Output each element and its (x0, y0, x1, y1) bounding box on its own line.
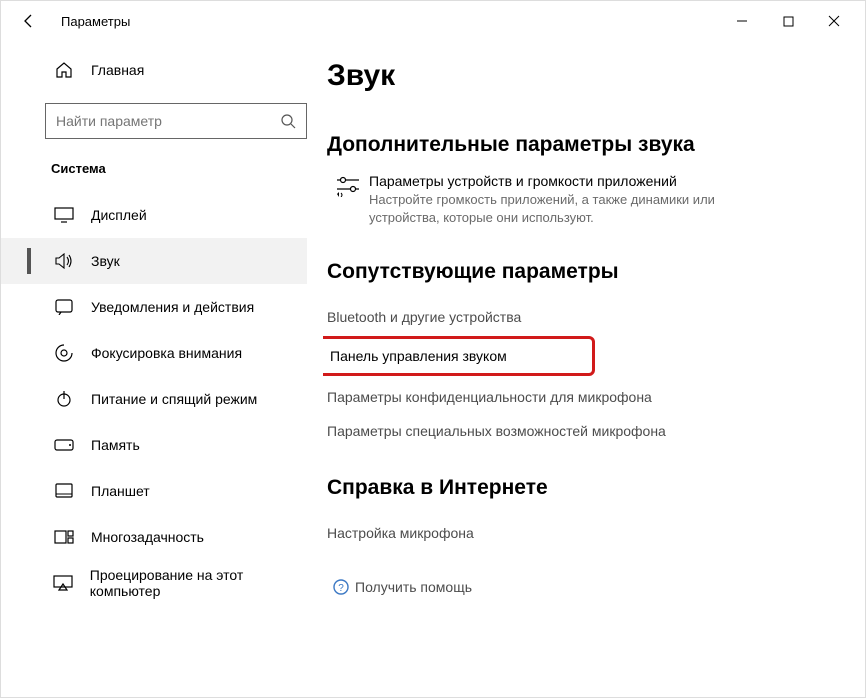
sidebar: Главная Система Дисплей Звук Уведомления… (1, 41, 323, 697)
search-icon (280, 113, 296, 129)
search-box[interactable] (45, 103, 307, 139)
nav-home[interactable]: Главная (1, 51, 307, 89)
nav-item-label: Фокусировка внимания (91, 345, 242, 361)
multitasking-icon (51, 530, 77, 544)
display-icon (51, 207, 77, 223)
link-mic-privacy[interactable]: Параметры конфиденциальности для микрофо… (327, 380, 845, 414)
home-icon (51, 61, 77, 79)
nav-item-multitasking[interactable]: Многозадачность (1, 514, 307, 560)
main-area: Звук Дополнительные параметры звука Пара… (323, 41, 865, 697)
nav-item-label: Проецирование на этот компьютер (90, 567, 307, 599)
nav-item-label: Память (91, 437, 140, 453)
nav-item-tablet[interactable]: Планшет (1, 468, 307, 514)
nav-item-label: Уведомления и действия (91, 299, 254, 315)
sliders-icon (327, 173, 369, 197)
nav-item-label: Дисплей (91, 207, 147, 223)
link-sound-control-panel[interactable]: Панель управления звуком (323, 336, 595, 376)
close-icon (828, 15, 840, 27)
close-button[interactable] (811, 5, 857, 37)
power-icon (51, 390, 77, 408)
projecting-icon (51, 575, 76, 591)
help-link-mic-setup[interactable]: Настройка микрофона (327, 516, 845, 550)
advanced-header: Дополнительные параметры звука (327, 133, 845, 157)
notifications-icon (51, 299, 77, 315)
app-volume-row[interactable]: Параметры устройств и громкости приложен… (327, 173, 845, 226)
nav-item-label: Многозадачность (91, 529, 204, 545)
app-volume-title: Параметры устройств и громкости приложен… (369, 173, 729, 189)
sound-icon (51, 253, 77, 269)
link-bluetooth[interactable]: Bluetooth и другие устройства (327, 300, 845, 334)
search-input[interactable] (56, 113, 280, 129)
get-help-label: Получить помощь (355, 579, 472, 595)
nav-item-display[interactable]: Дисплей (1, 192, 307, 238)
nav-item-sound[interactable]: Звук (1, 238, 307, 284)
nav-item-power[interactable]: Питание и спящий режим (1, 376, 307, 422)
app-volume-desc: Настройте громкость приложений, а также … (369, 191, 729, 226)
nav-item-focus[interactable]: Фокусировка внимания (1, 330, 307, 376)
nav-home-label: Главная (91, 62, 144, 78)
minimize-icon (736, 15, 748, 27)
titlebar: Параметры (1, 1, 865, 41)
page-title: Звук (327, 59, 845, 93)
window-title: Параметры (61, 14, 130, 29)
tablet-icon (51, 483, 77, 499)
nav-item-label: Питание и спящий режим (91, 391, 257, 407)
nav-item-label: Планшет (91, 483, 150, 499)
storage-icon (51, 439, 77, 451)
focus-icon (51, 344, 77, 362)
related-header: Сопутствующие параметры (327, 260, 845, 284)
nav-item-storage[interactable]: Память (1, 422, 307, 468)
minimize-button[interactable] (719, 5, 765, 37)
arrow-left-icon (21, 13, 37, 29)
help-icon: ? (327, 578, 355, 596)
help-header: Справка в Интернете (327, 476, 845, 500)
get-help-row[interactable]: ? Получить помощь (327, 570, 845, 604)
nav-item-projecting[interactable]: Проецирование на этот компьютер (1, 560, 307, 606)
window-controls (719, 5, 857, 37)
maximize-button[interactable] (765, 5, 811, 37)
svg-text:?: ? (338, 583, 344, 594)
maximize-icon (783, 16, 794, 27)
back-button[interactable] (9, 1, 49, 41)
category-header: Система (1, 157, 307, 192)
nav-item-label: Звук (91, 253, 120, 269)
link-mic-accessibility[interactable]: Параметры специальных возможностей микро… (327, 414, 845, 448)
nav-item-notifications[interactable]: Уведомления и действия (1, 284, 307, 330)
